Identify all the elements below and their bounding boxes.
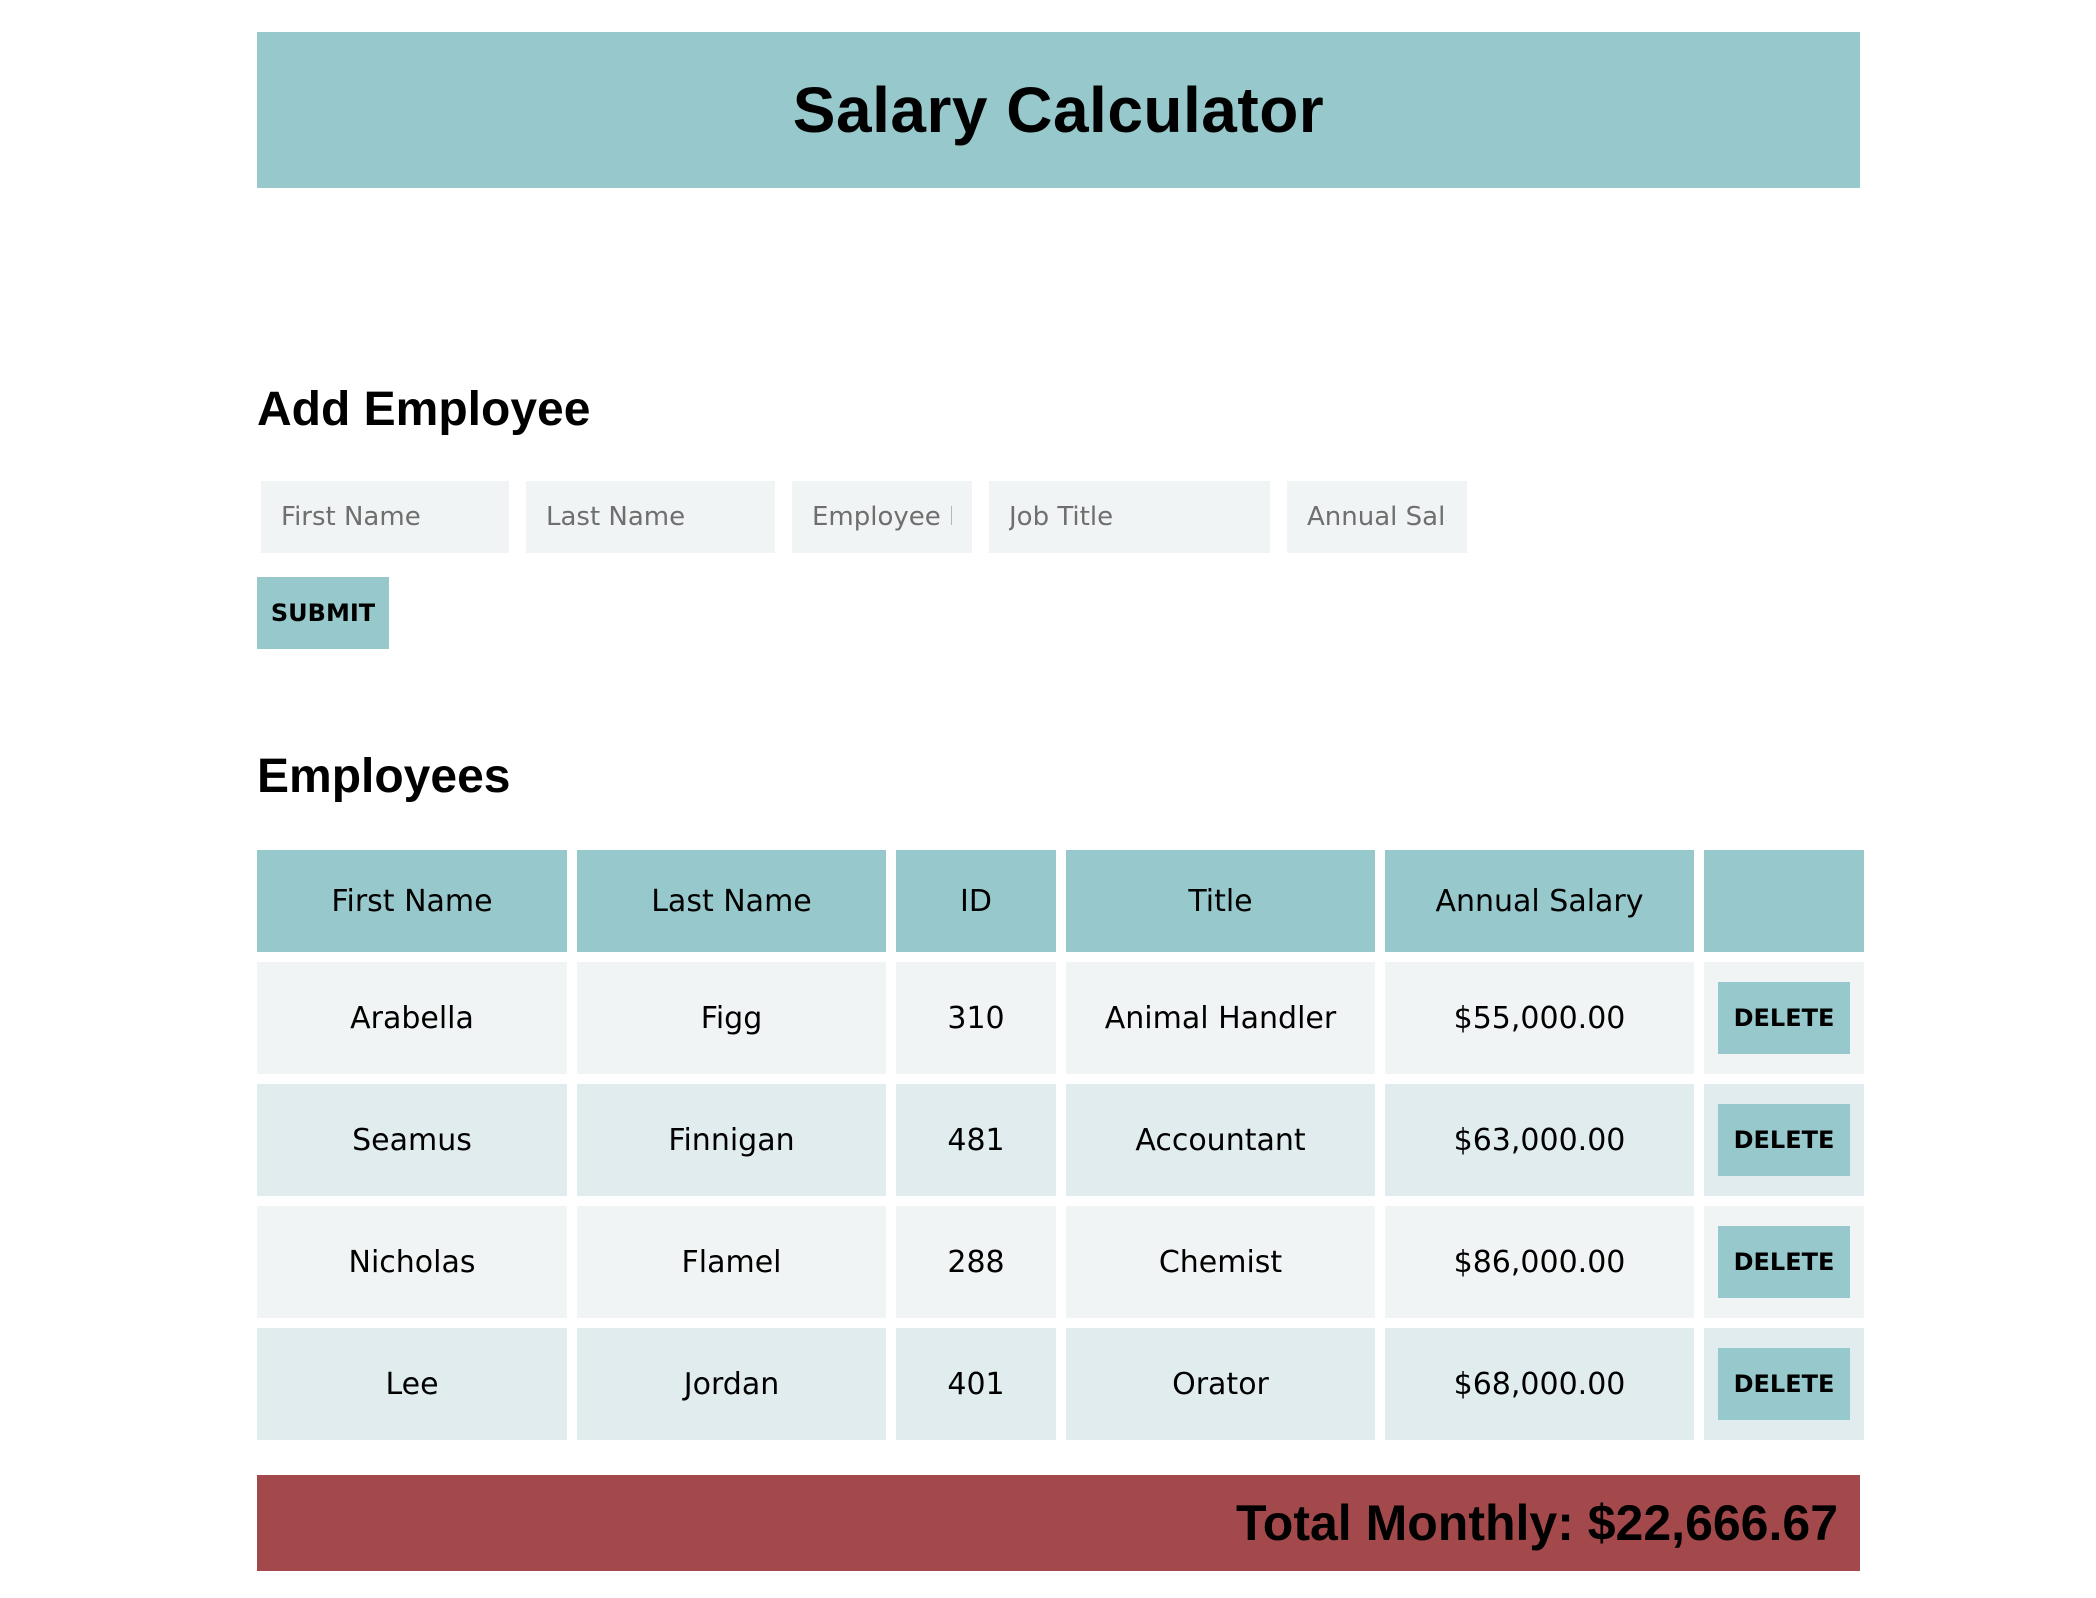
cell-actions: DELETE bbox=[1704, 962, 1864, 1074]
cell-first-name: Nicholas bbox=[257, 1206, 567, 1318]
column-header-title: Title bbox=[1066, 850, 1375, 952]
cell-annual-salary: $63,000.00 bbox=[1385, 1084, 1694, 1196]
cell-id: 288 bbox=[896, 1206, 1056, 1318]
cell-title: Accountant bbox=[1066, 1084, 1375, 1196]
cell-annual-salary: $55,000.00 bbox=[1385, 962, 1694, 1074]
annual-salary-input[interactable] bbox=[1287, 481, 1467, 553]
column-header-annual-salary: Annual Salary bbox=[1385, 850, 1694, 952]
column-header-last-name: Last Name bbox=[577, 850, 886, 952]
cell-actions: DELETE bbox=[1704, 1084, 1864, 1196]
page-title: Salary Calculator bbox=[792, 74, 1325, 146]
table-row: Arabella Figg 310 Animal Handler $55,000… bbox=[257, 962, 1864, 1074]
cell-actions: DELETE bbox=[1704, 1206, 1864, 1318]
cell-first-name: Lee bbox=[257, 1328, 567, 1440]
cell-annual-salary: $68,000.00 bbox=[1385, 1328, 1694, 1440]
last-name-input[interactable] bbox=[526, 481, 775, 553]
table-row: Lee Jordan 401 Orator $68,000.00 DELETE bbox=[257, 1328, 1864, 1440]
total-monthly-bar: Total Monthly: $22,666.67 bbox=[257, 1475, 1860, 1571]
cell-id: 310 bbox=[896, 962, 1056, 1074]
cell-id: 481 bbox=[896, 1084, 1056, 1196]
cell-last-name: Finnigan bbox=[577, 1084, 886, 1196]
cell-annual-salary: $86,000.00 bbox=[1385, 1206, 1694, 1318]
delete-button[interactable]: DELETE bbox=[1718, 982, 1850, 1054]
cell-id: 401 bbox=[896, 1328, 1056, 1440]
salary-calculator-page: Salary Calculator Add Employee SUBMIT Em… bbox=[257, 32, 1864, 1571]
total-monthly-text: Total Monthly: $22,666.67 bbox=[1235, 1495, 1838, 1551]
cell-last-name: Jordan bbox=[577, 1328, 886, 1440]
column-header-actions bbox=[1704, 850, 1864, 952]
table-header-row: First Name Last Name ID Title Annual Sal… bbox=[257, 850, 1864, 952]
delete-button[interactable]: DELETE bbox=[1718, 1348, 1850, 1420]
cell-first-name: Arabella bbox=[257, 962, 567, 1074]
cell-title: Animal Handler bbox=[1066, 962, 1375, 1074]
cell-actions: DELETE bbox=[1704, 1328, 1864, 1440]
header-banner: Salary Calculator bbox=[257, 32, 1860, 188]
employee-id-input[interactable] bbox=[792, 481, 972, 553]
cell-title: Chemist bbox=[1066, 1206, 1375, 1318]
submit-button[interactable]: SUBMIT bbox=[257, 577, 389, 649]
cell-title: Orator bbox=[1066, 1328, 1375, 1440]
table-row: Seamus Finnigan 481 Accountant $63,000.0… bbox=[257, 1084, 1864, 1196]
employees-heading: Employees bbox=[257, 750, 511, 803]
first-name-input[interactable] bbox=[261, 481, 509, 553]
column-header-first-name: First Name bbox=[257, 850, 567, 952]
cell-first-name: Seamus bbox=[257, 1084, 567, 1196]
column-header-id: ID bbox=[896, 850, 1056, 952]
delete-button[interactable]: DELETE bbox=[1718, 1226, 1850, 1298]
delete-button[interactable]: DELETE bbox=[1718, 1104, 1850, 1176]
add-employee-heading: Add Employee bbox=[257, 383, 591, 436]
employees-table: First Name Last Name ID Title Annual Sal… bbox=[247, 840, 1874, 1450]
cell-last-name: Figg bbox=[577, 962, 886, 1074]
table-row: Nicholas Flamel 288 Chemist $86,000.00 D… bbox=[257, 1206, 1864, 1318]
add-employee-form bbox=[261, 481, 1467, 553]
cell-last-name: Flamel bbox=[577, 1206, 886, 1318]
job-title-input[interactable] bbox=[989, 481, 1270, 553]
